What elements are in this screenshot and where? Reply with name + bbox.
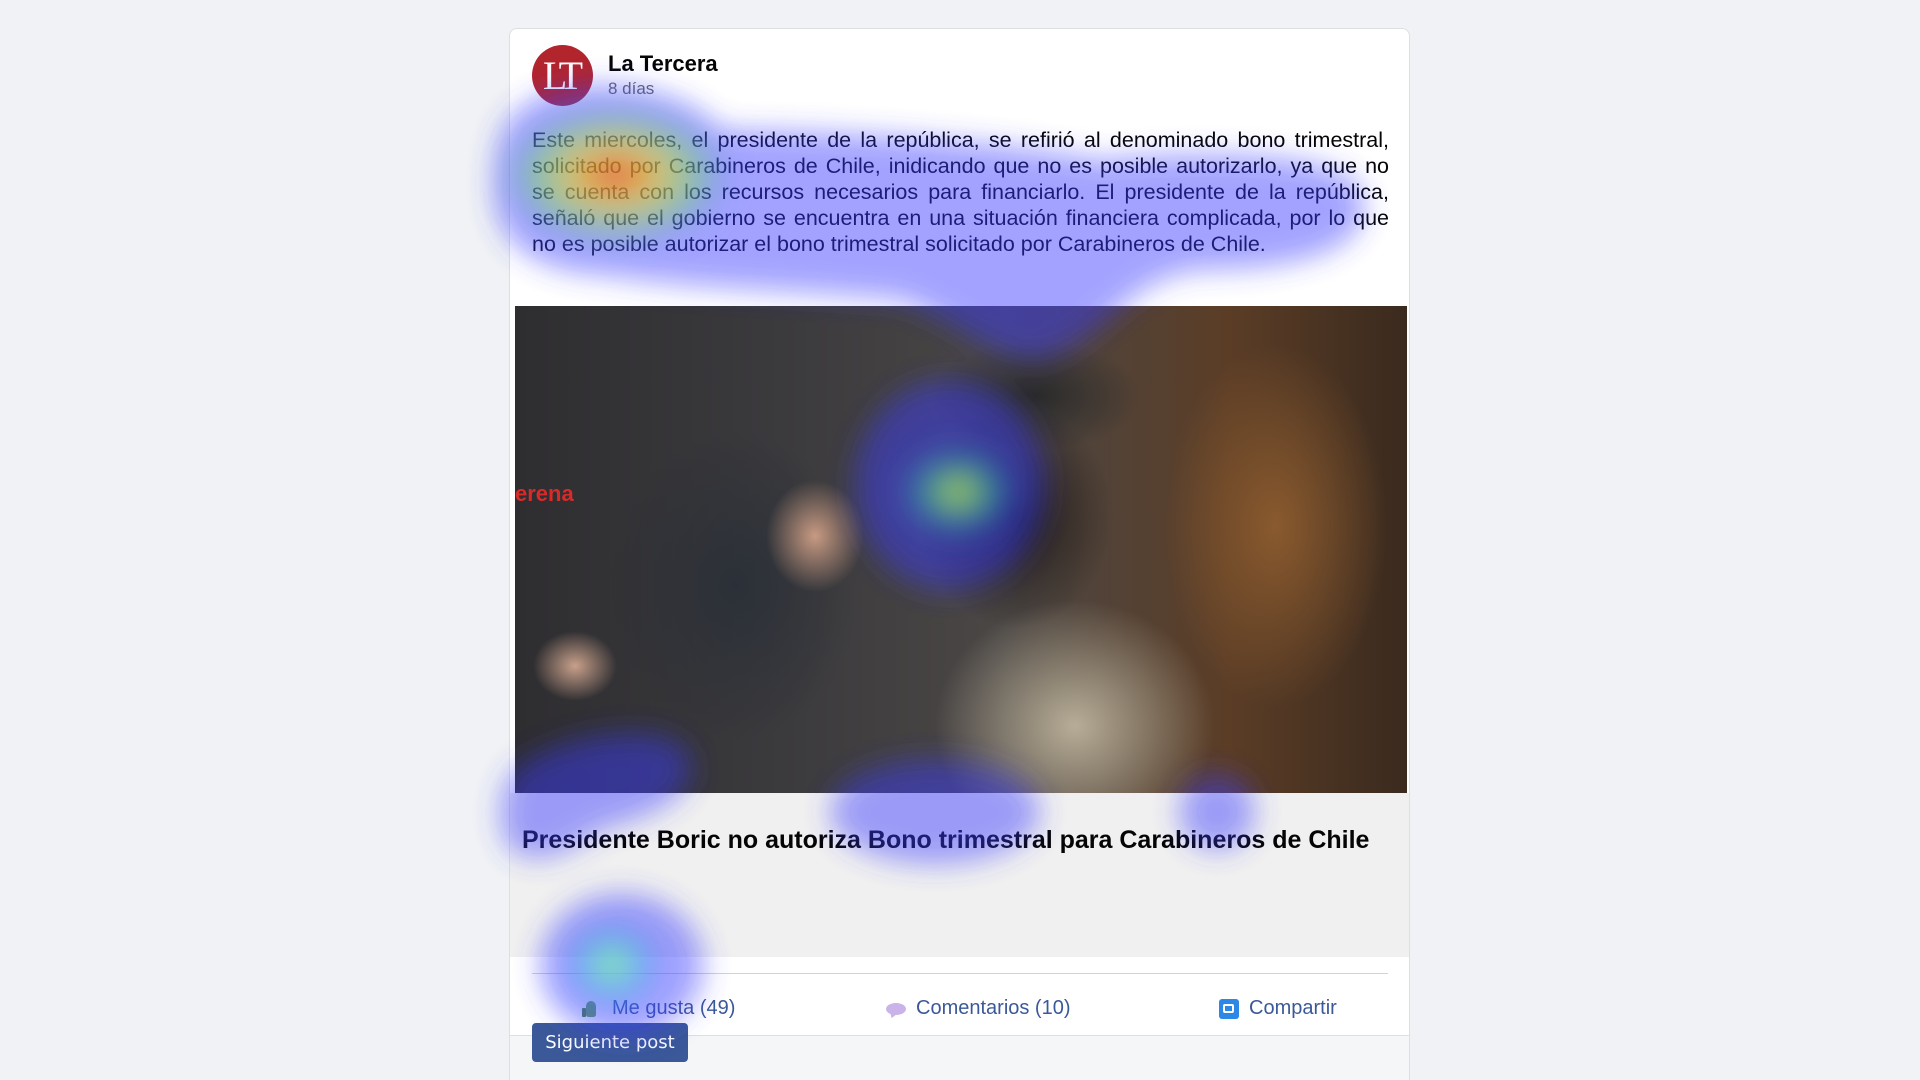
- comment-button[interactable]: Comentarios (10): [886, 997, 1071, 1020]
- link-preview[interactable]: Presidente Boric no autoriza Bono trimes…: [510, 793, 1409, 957]
- share-button[interactable]: Compartir: [1219, 997, 1337, 1020]
- post-photo[interactable]: erena: [515, 306, 1407, 793]
- news-post-card: LT La Tercera 8 días Este miercoles, el …: [509, 28, 1410, 1080]
- share-label: Compartir: [1249, 997, 1337, 1019]
- avatar-initials: LT: [542, 53, 583, 98]
- like-button[interactable]: Me gusta (49): [582, 997, 735, 1020]
- like-label: Me gusta (49): [612, 997, 736, 1019]
- post-timestamp: 8 días: [608, 79, 655, 98]
- speech-bubble-icon: [886, 999, 906, 1019]
- post-author[interactable]: La Tercera: [608, 51, 718, 77]
- photo-watermark: erena: [515, 481, 574, 506]
- divider: [532, 973, 1388, 974]
- post-body-text: Este miercoles, el presidente de la repú…: [532, 128, 1389, 256]
- comment-label: Comentarios (10): [916, 997, 1071, 1019]
- thumbs-up-icon: [582, 999, 602, 1019]
- next-post-button[interactable]: Siguiente post: [532, 1023, 688, 1062]
- share-icon: [1219, 998, 1239, 1019]
- link-title[interactable]: Presidente Boric no autoriza Bono trimes…: [522, 825, 1382, 856]
- avatar[interactable]: LT: [532, 45, 593, 106]
